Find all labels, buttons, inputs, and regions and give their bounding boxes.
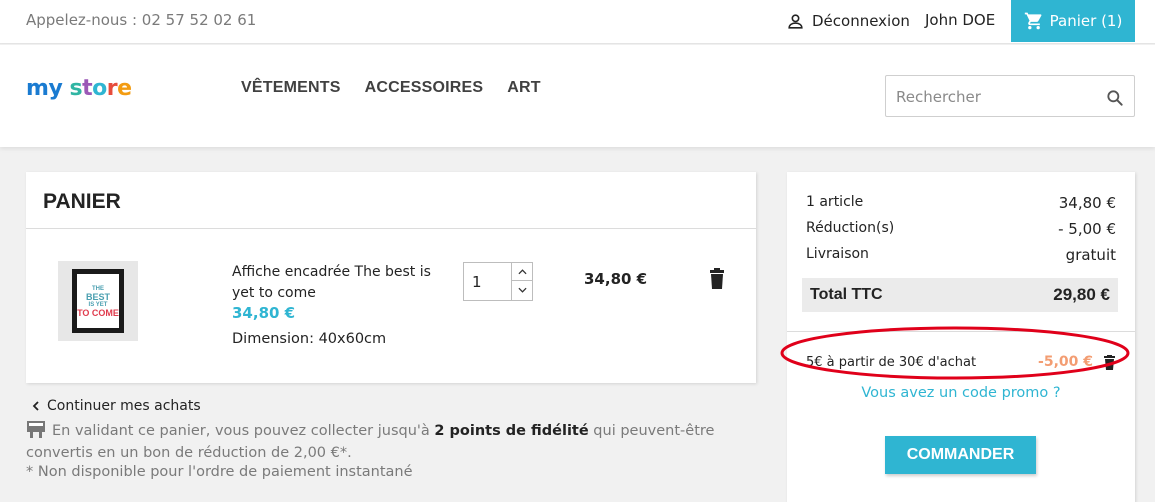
loyalty-points: 2 points de fidélité — [434, 423, 589, 439]
loyalty-message: En validant ce panier, vous pouvez colle… — [26, 420, 756, 464]
search-box — [885, 75, 1135, 117]
logo-letter — [62, 76, 69, 101]
applied-voucher: 5€ à partir de 30€ d'achat -5,00 € — [806, 352, 1116, 372]
cart-panel: PANIER THE BEST IS YET TO COME Affiche e… — [26, 172, 756, 383]
logo-letter: o — [92, 76, 107, 101]
summary-value: 34,80 € — [1058, 194, 1116, 212]
loyalty-card-icon — [27, 421, 45, 438]
nav-item-accessoires[interactable]: ACCESSOIRES — [365, 79, 484, 97]
logo-letter: y — [48, 76, 63, 101]
product-name-link[interactable]: Affiche encadrée The best is yet to come — [232, 262, 442, 304]
logo-letter: e — [117, 76, 132, 101]
summary-value: gratuit — [1065, 246, 1116, 264]
search-input[interactable] — [896, 85, 1096, 109]
nav-item-vetements[interactable]: VÊTEMENTS — [241, 79, 341, 97]
quantity-spinner — [511, 263, 532, 300]
top-bar: Appelez-nous : 02 57 52 02 61 Déconnexio… — [0, 0, 1155, 44]
logout-link[interactable]: Déconnexion — [786, 10, 910, 32]
poster-text: BEST — [85, 292, 110, 302]
logo-letter: s — [69, 76, 83, 101]
cart-button[interactable]: Panier (1) — [1011, 0, 1135, 42]
logo-letter: r — [106, 76, 118, 101]
summary-label: 1 article — [806, 194, 864, 210]
product-image[interactable]: THE BEST IS YET TO COME — [58, 261, 138, 341]
checkout-button[interactable]: COMMANDER — [885, 436, 1036, 474]
summary-label: Livraison — [806, 246, 869, 262]
total-value: 29,80 € — [1053, 285, 1110, 304]
logo-letter: t — [82, 76, 93, 101]
line-total: 34,80 € — [584, 270, 648, 288]
remove-voucher-icon[interactable] — [1103, 354, 1116, 370]
continue-shopping-link[interactable]: Continuer mes achats — [31, 398, 201, 414]
voucher-name: 5€ à partir de 30€ d'achat — [806, 354, 977, 370]
total-label: Total TTC — [810, 286, 883, 303]
divider — [787, 331, 1135, 332]
summary-row-shipping: Livraison gratuit — [806, 246, 1116, 264]
cart-icon — [1024, 12, 1042, 30]
store-logo[interactable]: my store — [26, 76, 132, 101]
product-attribute: Dimension: 40x60cm — [232, 331, 387, 347]
quantity-input[interactable] — [472, 272, 502, 292]
product-unit-price: 34,80 € — [232, 304, 296, 322]
nav-item-art[interactable]: ART — [507, 79, 540, 97]
promo-code-link[interactable]: Vous avez un code promo ? — [787, 385, 1135, 401]
voucher-amount: -5,00 € — [1038, 354, 1093, 370]
account-name[interactable]: John DOE — [925, 11, 995, 29]
delete-item-icon[interactable] — [708, 268, 726, 290]
continue-shopping-label: Continuer mes achats — [47, 398, 201, 414]
poster-art: THE BEST IS YET TO COME — [77, 274, 119, 328]
footnote: * Non disponible pour l'ordre de paiemen… — [26, 464, 413, 480]
logout-label: Déconnexion — [812, 12, 910, 30]
cart-button-label: Panier (1) — [1049, 12, 1123, 30]
site-header: my store VÊTEMENTS ACCESSOIRES ART — [0, 45, 1155, 147]
summary-row-products: 1 article 34,80 € — [806, 194, 1116, 212]
quantity-stepper — [463, 262, 533, 301]
summary-label: Réduction(s) — [806, 220, 895, 236]
chevron-down-icon — [517, 287, 527, 293]
quantity-decrease-button[interactable] — [512, 281, 532, 299]
user-icon — [788, 13, 803, 29]
loyalty-text-before: En validant ce panier, vous pouvez colle… — [52, 423, 435, 439]
cart-summary: 1 article 34,80 € Réduction(s) - 5,00 € … — [780, 172, 1135, 502]
divider — [26, 228, 756, 229]
poster-frame: THE BEST IS YET TO COME — [72, 269, 124, 333]
summary-value: - 5,00 € — [1058, 220, 1116, 238]
cart-title: PANIER — [43, 190, 121, 213]
chevron-up-icon — [517, 268, 527, 274]
summary-total: Total TTC 29,80 € — [802, 278, 1118, 312]
main-nav: VÊTEMENTS ACCESSOIRES ART — [241, 79, 541, 97]
poster-text: TO COME — [77, 308, 119, 318]
search-icon[interactable] — [1105, 88, 1125, 108]
logo-letter: m — [26, 76, 49, 101]
quantity-increase-button[interactable] — [512, 263, 532, 281]
contact-phone: Appelez-nous : 02 57 52 02 61 — [26, 11, 257, 29]
summary-row-discounts: Réduction(s) - 5,00 € — [806, 220, 1116, 238]
chevron-left-icon — [32, 401, 39, 411]
